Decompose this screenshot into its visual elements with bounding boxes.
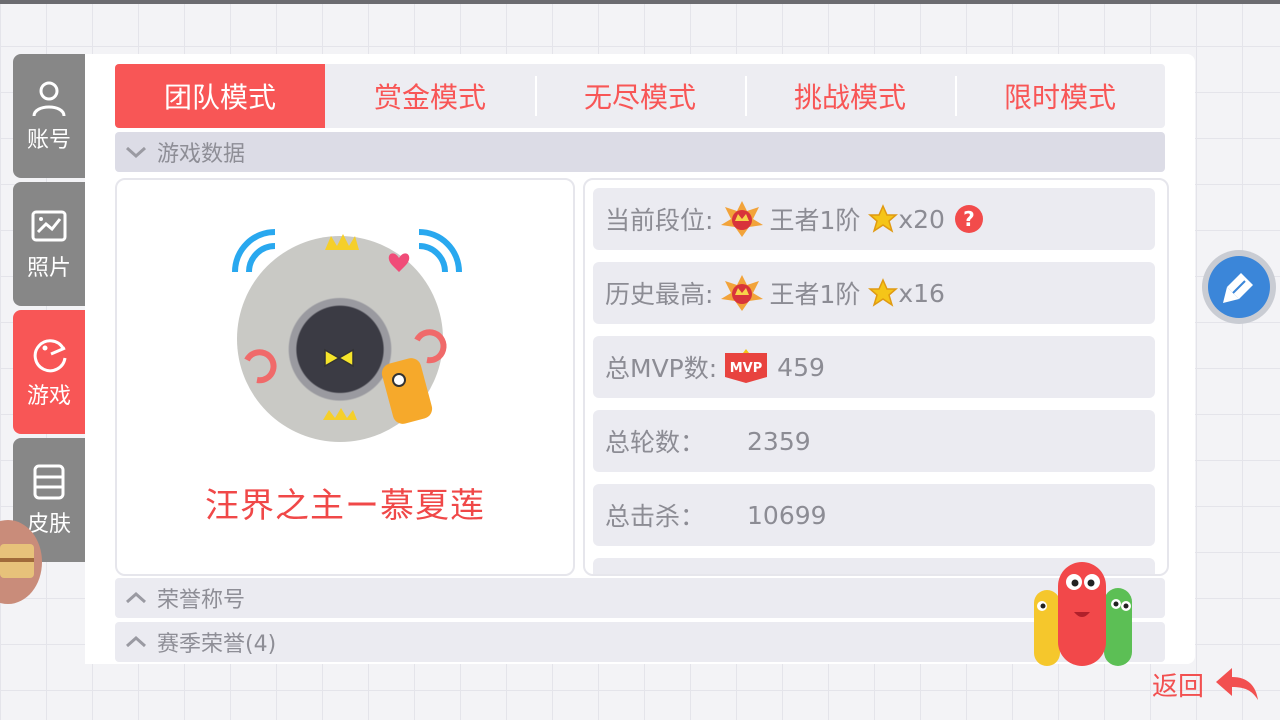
mvp-badge-icon: MVP: [725, 349, 768, 383]
back-button[interactable]: 返回: [1152, 664, 1262, 704]
section-honor-title[interactable]: 荣誉称号: [115, 578, 1165, 618]
chevron-up-icon: [126, 591, 146, 604]
stat-label: 总击杀：: [605, 502, 706, 531]
section-game-data[interactable]: 游戏数据: [115, 132, 1165, 172]
avatar-stickers-icon: [244, 234, 447, 424]
avatar-frame: [227, 220, 467, 450]
stat-value: 2359: [747, 426, 811, 456]
star-icon: [868, 204, 899, 233]
person-icon: [32, 81, 66, 117]
stat-label: 总MVP数:: [605, 354, 718, 383]
nav-label-game: 游戏: [26, 384, 71, 409]
mode-tabs: 团队模式 赏金模式 无尽模式 挑战模式 限时模式: [115, 64, 1165, 128]
star-count: x16: [898, 278, 945, 308]
clean-button[interactable]: [1202, 250, 1276, 324]
snake-mascots-icon: [1034, 562, 1132, 666]
top-bar: [0, 0, 1280, 4]
star-icon: [868, 278, 899, 307]
chevron-up-icon: [126, 635, 146, 648]
stat-best-rank: 历史最高: 王者1阶 x16: [593, 262, 1155, 324]
king-rank-badge-icon: [721, 201, 764, 237]
stat-label: 当前段位:: [605, 206, 714, 235]
chevron-down-icon: [126, 146, 146, 159]
stat-current-rank: 当前段位: 王者1阶 x20 ?: [593, 188, 1155, 250]
section-title: 荣誉称号: [157, 588, 246, 613]
profile-card: 汪界之主ー慕夏莲: [115, 178, 575, 576]
section-season-honor[interactable]: 赛季荣誉(4): [115, 622, 1165, 662]
stats-card: 当前段位: 王者1阶 x20 ? 历史最高: 王者1阶 x16 总MVP数: M…: [583, 178, 1169, 576]
stat-value: 459: [777, 352, 825, 382]
section-title: 游戏数据: [157, 142, 246, 167]
tab-endless-mode[interactable]: 无尽模式: [535, 64, 745, 128]
stat-mvp: 总MVP数: MVP 459: [593, 336, 1155, 398]
game-icon: [33, 339, 67, 373]
rank-name: 王者1阶: [769, 206, 861, 235]
broom-icon: [1208, 256, 1270, 318]
stat-label: 总轮数：: [605, 428, 706, 457]
svg-text:MVP: MVP: [730, 361, 763, 376]
rank-name: 王者1阶: [769, 280, 861, 309]
nav-label-account: 账号: [26, 128, 71, 153]
stat-label: 历史最高:: [605, 280, 714, 309]
star-count: x20: [898, 204, 945, 234]
back-label: 返回: [1152, 671, 1205, 702]
main-panel: 团队模式 赏金模式 无尽模式 挑战模式 限时模式 游戏数据 汪界之主ー慕夏莲 当…: [85, 54, 1195, 664]
king-rank-badge-icon: [721, 275, 764, 311]
stat-rounds: 总轮数： 2359: [593, 410, 1155, 472]
nav-label-photo: 照片: [26, 256, 71, 281]
stat-value: 10699: [747, 500, 827, 530]
section-title: 赛季荣誉(4): [157, 632, 277, 657]
back-arrow-icon: [1216, 668, 1259, 700]
tab-bounty-mode[interactable]: 赏金模式: [325, 64, 535, 128]
nav-item-photo[interactable]: 照片: [13, 182, 85, 306]
tab-team-mode[interactable]: 团队模式: [115, 64, 325, 128]
tab-challenge-mode[interactable]: 挑战模式: [745, 64, 955, 128]
help-icon[interactable]: ?: [954, 205, 983, 233]
stat-kills: 总击杀： 10699: [593, 484, 1155, 546]
tab-timed-mode[interactable]: 限时模式: [955, 64, 1165, 128]
photo-icon: [31, 210, 67, 242]
skin-icon: [33, 464, 65, 500]
player-nickname: 汪界之主ー慕夏莲: [205, 486, 485, 526]
nav-item-account[interactable]: 账号: [13, 54, 85, 178]
nav-item-game[interactable]: 游戏: [13, 310, 85, 434]
